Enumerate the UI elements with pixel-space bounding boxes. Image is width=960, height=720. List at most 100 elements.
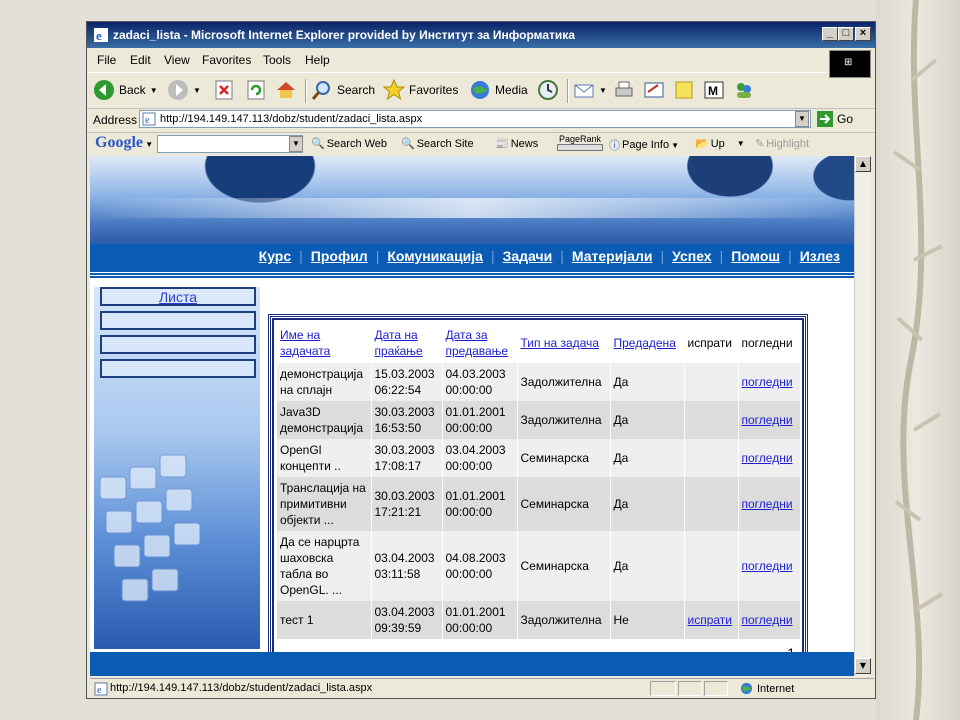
maximize-button[interactable]: □ — [838, 27, 854, 41]
view-link[interactable]: погледни — [742, 413, 793, 427]
site-banner — [90, 156, 854, 244]
menu-favorites[interactable]: Favorites — [202, 53, 251, 67]
table-cell-view[interactable]: погледни — [738, 477, 801, 531]
table-cell-view[interactable]: погледни — [738, 601, 801, 639]
edit-button[interactable] — [643, 77, 665, 103]
nav-divider: | — [490, 248, 495, 264]
menu-help[interactable]: Help — [305, 53, 330, 67]
print-button[interactable] — [613, 77, 635, 103]
media-label: Media — [495, 83, 528, 97]
google-logo[interactable]: Google ▼ — [95, 134, 153, 152]
news-button[interactable]: 📰 News — [495, 137, 538, 151]
view-link[interactable]: погледни — [742, 559, 793, 573]
title-bar[interactable]: e zadaci_lista - Microsoft Internet Expl… — [87, 22, 875, 48]
table-cell-view[interactable]: погледни — [738, 531, 801, 601]
discuss-button[interactable] — [673, 77, 695, 103]
status-bar: e http://194.149.147.113/dobz/student/za… — [90, 678, 874, 699]
nav-materials[interactable]: Материјали — [572, 248, 653, 264]
scroll-down-button[interactable]: ▼ — [855, 658, 871, 674]
table-cell-view[interactable]: погледни — [738, 439, 801, 477]
messenger-m-button[interactable]: M — [703, 77, 725, 103]
table-cell-view[interactable]: погледни — [738, 363, 801, 401]
home-button[interactable] — [275, 77, 297, 103]
home-icon — [277, 82, 295, 98]
send-link[interactable]: испрати — [688, 613, 732, 627]
favorites-button[interactable]: Favorites — [383, 77, 458, 103]
nav-profile[interactable]: Профил — [311, 248, 368, 264]
svg-text:e: e — [97, 685, 102, 696]
nav-grades[interactable]: Успех — [672, 248, 711, 264]
cell-text: демонстрација на сплајн — [280, 367, 363, 397]
sidebar-item-list[interactable]: Листа — [100, 287, 256, 306]
sort-header-link[interactable]: Дата за предавање — [446, 328, 509, 358]
view-link[interactable]: погледни — [742, 613, 793, 627]
media-button[interactable]: Media — [469, 77, 528, 103]
minimize-button[interactable]: _ — [822, 27, 838, 41]
nav-help[interactable]: Помош — [731, 248, 780, 264]
cell-text: 30.03.2003 17:21:21 — [374, 489, 435, 519]
table-cell-name: тест 1 — [277, 601, 372, 639]
keyboard-image — [99, 454, 201, 602]
table-cell-name: демонстрација на сплајн — [277, 363, 372, 401]
column-header[interactable]: Дата на праќање — [371, 323, 443, 363]
search-site-button[interactable]: 🔍 Search Site — [401, 137, 474, 151]
table-cell-due: 04.03.2003 00:00:00 — [442, 363, 518, 401]
table-cell-type: Задолжителна — [517, 401, 611, 439]
refresh-button[interactable] — [245, 77, 267, 103]
view-link[interactable]: погледни — [742, 451, 793, 465]
dropdown-arrow-icon: ▼ — [292, 139, 300, 148]
history-icon — [538, 80, 558, 100]
standard-toolbar: Back ▼ ▼ Search Favorites Media ▼ M — [87, 72, 827, 107]
sort-header-link[interactable]: Тип на задача — [521, 336, 600, 350]
nav-tasks[interactable]: Задачи — [503, 248, 553, 264]
nav-communication[interactable]: Комуникација — [387, 248, 483, 264]
search-web-button[interactable]: 🔍 Search Web — [311, 137, 387, 151]
column-header[interactable]: Дата за предавање — [442, 323, 518, 363]
table-cell-view[interactable]: погледни — [738, 401, 801, 439]
column-header[interactable]: Име на задачата — [277, 323, 372, 363]
address-url: http://194.149.147.113/dobz/student/zada… — [160, 113, 423, 125]
back-button[interactable]: Back ▼ — [93, 77, 158, 103]
table-cell-send[interactable]: испрати — [684, 601, 739, 639]
page-info-button[interactable]: ⓘ Page Info ▼ — [609, 137, 679, 153]
sidebar-item-empty — [100, 311, 256, 330]
up-dropdown-icon: ▼ — [736, 139, 745, 148]
menu-edit[interactable]: Edit — [130, 53, 151, 67]
nav-logout[interactable]: Излез — [800, 248, 840, 264]
cell-text: Да — [613, 451, 629, 465]
table-cell-submitted: Да — [610, 363, 685, 401]
address-dropdown-button[interactable]: ▼ — [795, 111, 809, 127]
cell-text: Да — [613, 559, 629, 573]
vertical-scrollbar[interactable]: ▲ ▼ — [854, 156, 871, 676]
close-button[interactable]: × — [855, 27, 871, 41]
sort-header-link[interactable]: Име на задачата — [280, 328, 330, 358]
highlight-button[interactable]: ✎ Highlight — [755, 137, 809, 151]
view-link[interactable]: погледни — [742, 375, 793, 389]
sort-header-link[interactable]: Предадена — [614, 336, 676, 350]
messenger-button[interactable] — [733, 77, 755, 103]
history-button[interactable] — [537, 77, 559, 103]
pagerank-bar — [557, 144, 603, 151]
column-header[interactable]: Тип на задача — [517, 323, 611, 363]
sidebar-item-label[interactable]: Листа — [159, 289, 197, 305]
scroll-up-button[interactable]: ▲ — [855, 156, 871, 172]
address-input[interactable]: e http://194.149.147.113/dobz/student/za… — [139, 110, 811, 128]
menu-tools[interactable]: Tools — [263, 53, 291, 67]
column-header[interactable]: Предадена — [610, 323, 685, 363]
go-button[interactable]: Go — [817, 111, 853, 127]
favorites-label: Favorites — [409, 83, 459, 97]
menu-file[interactable]: File — [97, 53, 116, 67]
sort-header-link[interactable]: Дата на праќање — [375, 328, 423, 358]
forward-button[interactable]: ▼ — [167, 77, 201, 103]
menu-view[interactable]: View — [164, 53, 190, 67]
up-button[interactable]: 📂 Up ▼ — [695, 137, 745, 151]
mail-button[interactable]: ▼ — [573, 77, 607, 103]
view-link[interactable]: погледни — [742, 497, 793, 511]
stop-button[interactable] — [213, 77, 235, 103]
desktop-backdrop — [876, 0, 960, 720]
google-search-input[interactable] — [157, 135, 303, 153]
nav-course[interactable]: Курс — [259, 248, 291, 264]
google-search-dropdown[interactable]: ▼ — [289, 136, 303, 152]
status-panel — [704, 681, 728, 696]
search-button[interactable]: Search — [311, 77, 375, 103]
